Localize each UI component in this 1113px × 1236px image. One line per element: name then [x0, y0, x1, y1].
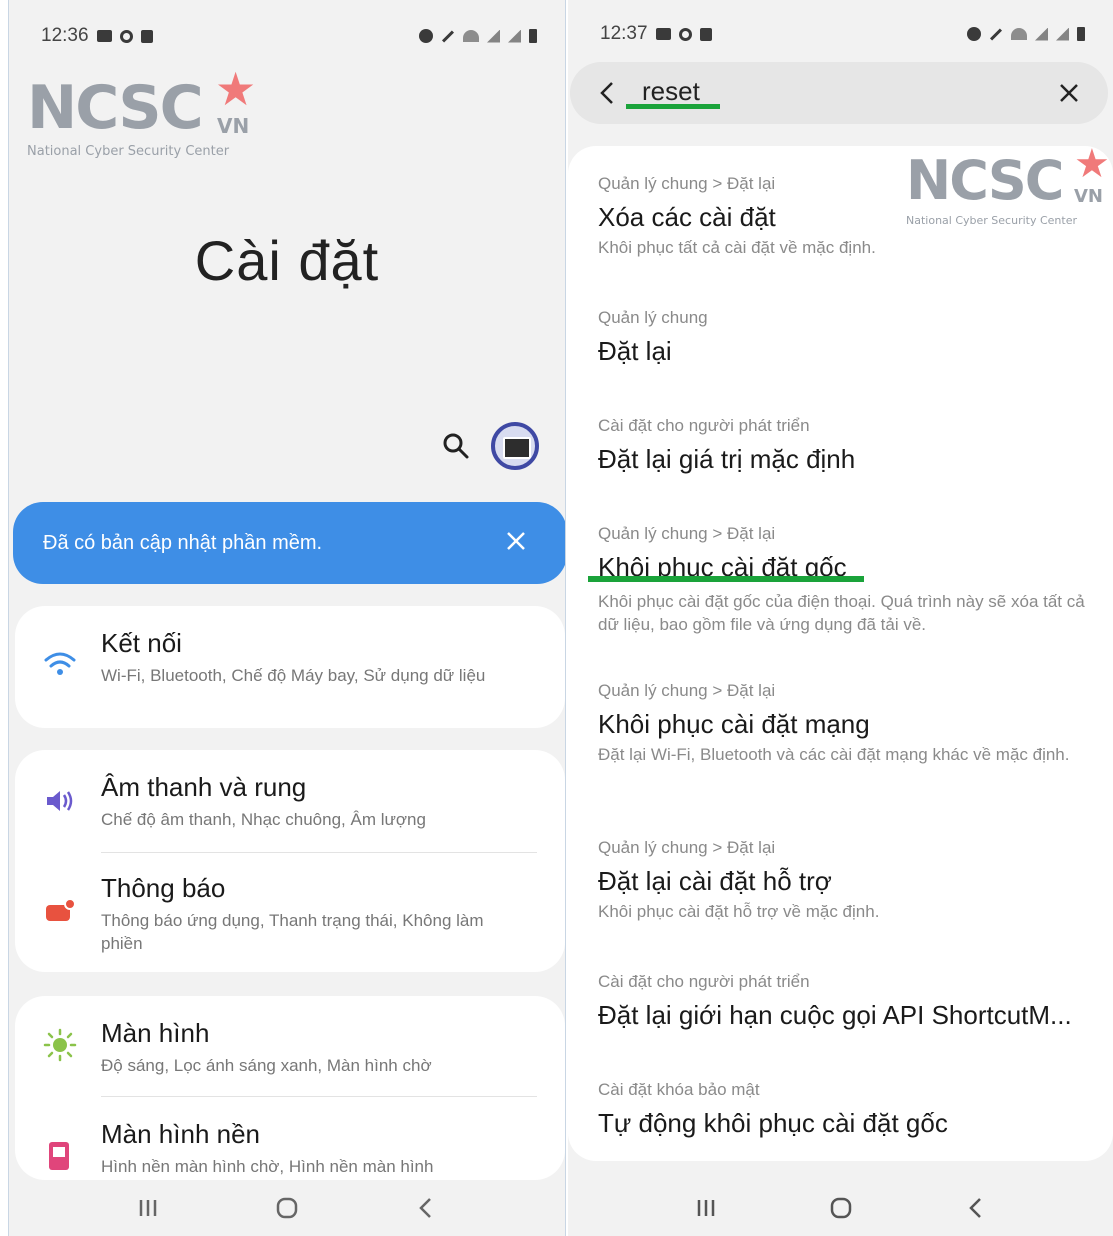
search-input[interactable]: reset [642, 76, 700, 107]
brightness-icon [43, 1028, 77, 1062]
avatar[interactable] [491, 422, 539, 470]
wifi-status-icon [463, 30, 479, 42]
clear-search-icon[interactable] [1058, 82, 1080, 104]
wifi-status-icon [1011, 28, 1027, 40]
item-subtitle: Hình nền màn hình chờ, Hình nền màn hình [101, 1157, 434, 1176]
navigation-bar [9, 1180, 565, 1236]
settings-item-connections[interactable]: Kết nối Wi-Fi, Bluetooth, Chế độ Máy bay… [15, 606, 565, 728]
battery-icon [1077, 27, 1085, 41]
search-result[interactable]: Cài đặt cho người phát triển Đặt lại giá… [598, 416, 1093, 476]
result-description: Đặt lại Wi-Fi, Bluetooth và các cài đặt … [598, 745, 1070, 764]
logo-subtitle: National Cyber Security Center [27, 144, 230, 159]
back-arrow-icon[interactable] [594, 78, 622, 108]
item-title: Âm thanh và rung [101, 772, 307, 802]
ncsc-logo: NCSC ★ VN National Cyber Security Center [906, 144, 1113, 234]
settings-item-display[interactable]: Màn hình Độ sáng, Lọc ánh sáng xanh, Màn… [15, 996, 565, 1096]
message-icon [655, 28, 671, 40]
search-result[interactable]: Quản lý chung Đặt lại [598, 308, 1093, 368]
signal-icon [1035, 27, 1048, 41]
update-banner[interactable]: Đã có bản cập nhật phần mềm. [13, 502, 565, 584]
search-results: Quản lý chung > Đặt lại Xóa các cài đặt … [568, 144, 1113, 1161]
wallpaper-icon [49, 1142, 69, 1170]
status-time: 12:36 [41, 25, 89, 46]
navigation-bar [568, 1180, 1113, 1236]
highlight-underline [588, 576, 864, 582]
settings-card: Âm thanh và rung Chế độ âm thanh, Nhạc c… [15, 750, 565, 972]
item-title: Màn hình [101, 1018, 210, 1048]
item-title: Màn hình nền [101, 1119, 261, 1149]
star-icon: ★ [1074, 142, 1110, 186]
sync-icon [678, 27, 692, 41]
alarm-icon [419, 29, 433, 43]
logo-country: VN [1074, 186, 1103, 207]
result-title: Đặt lại giới hạn cuộc gọi API ShortcutM.… [598, 1000, 1072, 1030]
settings-item-wallpaper[interactable]: Màn hình nền Hình nền màn hình chờ, Hình… [15, 1097, 565, 1180]
home-icon[interactable] [267, 1188, 307, 1228]
result-title: Tự động khôi phục cài đặt gốc [598, 1108, 948, 1138]
status-bar: 12:37 [568, 20, 1113, 48]
recent-apps-icon[interactable] [128, 1188, 168, 1228]
highlight-underline [626, 104, 720, 109]
item-title: Thông báo [101, 873, 226, 903]
back-icon[interactable] [406, 1188, 446, 1228]
banner-text: Đã có bản cập nhật phần mềm. [43, 531, 323, 554]
result-path: Cài đặt cho người phát triển [598, 416, 810, 435]
close-icon[interactable] [505, 530, 527, 552]
signal-icon [487, 29, 500, 43]
item-title: Kết nối [101, 628, 182, 658]
search-result[interactable]: Quản lý chung > Đặt lại Khôi phục cài đặ… [598, 681, 1093, 766]
search-icon[interactable] [441, 431, 471, 461]
status-bar: 12:36 [9, 22, 565, 50]
notification-icon [46, 898, 76, 921]
signal-icon [508, 29, 521, 43]
result-path: Quản lý chung > Đặt lại [598, 838, 776, 857]
page-title: Cài đặt [194, 229, 380, 292]
mute-icon [441, 29, 455, 43]
status-time: 12:37 [600, 23, 648, 44]
result-title: Đặt lại giá trị mặc định [598, 444, 856, 474]
signal-icon [1056, 27, 1069, 41]
item-subtitle: Chế độ âm thanh, Nhạc chuông, Âm lượng [101, 810, 426, 829]
result-title: Đặt lại [598, 336, 672, 366]
item-subtitle: Thông báo ứng dụng, Thanh trạng thái, Kh… [101, 911, 484, 953]
star-icon: ★ [215, 63, 257, 115]
search-screen: 12:37 reset Quản lý chung > Đặt lại Xóa … [568, 0, 1113, 1236]
result-path: Quản lý chung [598, 308, 708, 327]
mute-icon [989, 27, 1003, 41]
gallery-icon [140, 29, 153, 43]
result-path: Cài đặt cho người phát triển [598, 972, 810, 991]
result-description: Khôi phục tất cả cài đặt về mặc định. [598, 238, 876, 257]
message-icon [96, 30, 112, 42]
search-bar[interactable]: reset [570, 62, 1108, 124]
home-icon[interactable] [821, 1188, 861, 1228]
result-path: Cài đặt khóa bảo mật [598, 1080, 760, 1099]
alarm-icon [967, 27, 981, 41]
volume-icon [47, 791, 73, 811]
back-icon[interactable] [956, 1188, 996, 1228]
result-description: Khôi phục cài đặt gốc của điện thoại. Qu… [598, 592, 1085, 634]
settings-card: Màn hình Độ sáng, Lọc ánh sáng xanh, Màn… [15, 996, 565, 1180]
search-result[interactable]: Cài đặt cho người phát triển Đặt lại giớ… [598, 972, 1093, 1032]
battery-icon [529, 29, 537, 43]
item-subtitle: Độ sáng, Lọc ánh sáng xanh, Màn hình chờ [101, 1056, 432, 1075]
result-description: Khôi phục cài đặt hỗ trợ về mặc định. [598, 902, 880, 921]
item-subtitle: Wi-Fi, Bluetooth, Chế độ Máy bay, Sử dụn… [101, 666, 486, 685]
search-result[interactable]: Quản lý chung > Đặt lại Đặt lại cài đặt … [598, 838, 1093, 923]
result-path: Quản lý chung > Đặt lại [598, 524, 776, 543]
settings-card: Kết nối Wi-Fi, Bluetooth, Chế độ Máy bay… [15, 606, 565, 728]
logo-subtitle: National Cyber Security Center [906, 214, 1077, 227]
sync-icon [119, 29, 133, 43]
settings-item-sound[interactable]: Âm thanh và rung Chế độ âm thanh, Nhạc c… [15, 750, 565, 852]
ncsc-logo: NCSC ★ VN National Cyber Security Center [27, 66, 267, 168]
result-path: Quản lý chung > Đặt lại [598, 681, 776, 700]
result-title: Đặt lại cài đặt hỗ trợ [598, 866, 832, 896]
wifi-icon [44, 652, 76, 675]
settings-screen: 12:36 NCSC ★ VN National Cyber Security … [8, 0, 566, 1236]
search-result[interactable]: Cài đặt khóa bảo mật Tự động khôi phục c… [598, 1080, 1093, 1140]
result-title: Khôi phục cài đặt mạng [598, 709, 870, 739]
recent-apps-icon[interactable] [686, 1188, 726, 1228]
gallery-icon [699, 27, 712, 41]
logo-country: VN [217, 114, 250, 138]
settings-item-notifications[interactable]: Thông báo Thông báo ứng dụng, Thanh trạn… [15, 853, 565, 972]
